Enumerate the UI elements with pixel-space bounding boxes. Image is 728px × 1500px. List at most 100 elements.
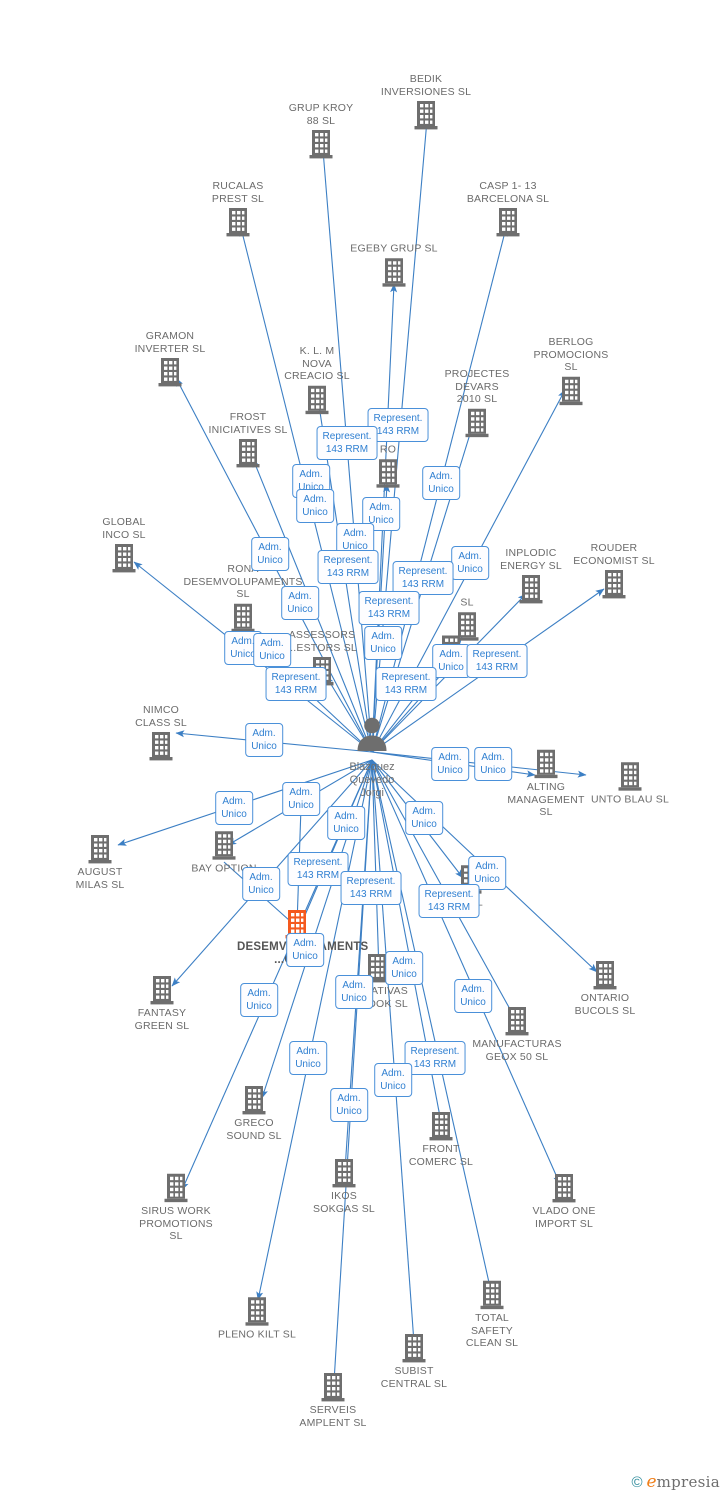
company-node[interactable]: GRUP KROY 88 SL bbox=[261, 102, 381, 160]
relation-badge[interactable]: Adm. Unico bbox=[327, 806, 365, 840]
relation-badge[interactable]: Represent. 143 RRM bbox=[392, 561, 454, 595]
company-node[interactable]: IKOS SOKGAS SL bbox=[284, 1157, 404, 1215]
company-node[interactable]: AUGUST MILAS SL bbox=[40, 833, 160, 891]
company-label: SL bbox=[460, 596, 474, 609]
company-label: CASP 1- 13 BARCELONA SL bbox=[466, 180, 550, 205]
relation-badge[interactable]: Represent. 143 RRM bbox=[375, 667, 437, 701]
building-icon bbox=[309, 130, 333, 159]
building-icon bbox=[245, 1297, 269, 1326]
company-node[interactable]: PLENO KILT SL bbox=[197, 1295, 317, 1341]
relation-badge[interactable]: Adm. Unico bbox=[289, 1041, 327, 1075]
company-label: VLADO ONE IMPORT SL bbox=[532, 1205, 596, 1230]
relation-badge[interactable]: Adm. Unico bbox=[281, 586, 319, 620]
network-diagram-canvas: BEDIK INVERSIONES SL GRUP KROY 88 SL RUCALAS… bbox=[0, 0, 728, 1500]
relation-badge[interactable]: Adm. Unico bbox=[431, 747, 469, 781]
company-label: PLENO KILT SL bbox=[217, 1328, 297, 1341]
relation-badge[interactable]: Adm. Unico bbox=[454, 979, 492, 1013]
building-icon bbox=[414, 101, 438, 130]
building-icon bbox=[226, 208, 250, 237]
building-icon bbox=[332, 1159, 356, 1188]
building-icon bbox=[158, 358, 182, 387]
company-node[interactable]: GRECO SOUND SL bbox=[194, 1084, 314, 1142]
company-node[interactable]: BERLOG PROMOCIONS SL bbox=[511, 336, 631, 407]
company-node[interactable]: FROST INICIATIVES SL bbox=[188, 411, 308, 469]
company-label: MANUFACTURAS GEOX 50 SL bbox=[472, 1038, 562, 1063]
company-label: BEDIK INVERSIONES SL bbox=[380, 73, 472, 98]
relation-badge[interactable]: Adm. Unico bbox=[251, 537, 289, 571]
company-node[interactable]: SERVEIS AMPLENT SL bbox=[273, 1371, 393, 1429]
company-node[interactable]: ROUDER ECONOMIST SL bbox=[554, 542, 674, 600]
company-node[interactable]: GLOBAL INCO SL bbox=[64, 516, 184, 574]
company-label: K. L. M NOVA CREACIO SL bbox=[284, 344, 350, 382]
relation-badge[interactable]: Adm. Unico bbox=[474, 747, 512, 781]
building-icon bbox=[112, 544, 136, 573]
center-person-node[interactable]: Blazquez Quevedo Jorgi bbox=[317, 714, 427, 800]
relation-badge[interactable]: Adm. Unico bbox=[242, 867, 280, 901]
relation-badge[interactable]: Adm. Unico bbox=[296, 489, 334, 523]
company-node[interactable]: UNTO BLAU SL bbox=[570, 760, 690, 806]
relation-badge[interactable]: Represent. 143 RRM bbox=[418, 884, 480, 918]
company-label: NIMCO CLASS SL bbox=[135, 704, 187, 729]
building-icon bbox=[505, 1007, 529, 1036]
company-label: FROST INICIATIVES SL bbox=[208, 411, 288, 436]
building-icon bbox=[429, 1112, 453, 1141]
copyright-icon: © bbox=[631, 1473, 643, 1491]
building-icon bbox=[242, 1086, 266, 1115]
brand-name: mpresia bbox=[656, 1473, 720, 1491]
company-node[interactable]: NIMCO CLASS SL bbox=[101, 704, 221, 762]
relation-badge[interactable]: Represent. 143 RRM bbox=[340, 871, 402, 905]
building-icon bbox=[496, 208, 520, 237]
company-node[interactable]: MANUFACTURAS GEOX 50 SL bbox=[457, 1005, 577, 1063]
building-icon bbox=[149, 732, 173, 761]
relation-badge[interactable]: Represent. 143 RRM bbox=[358, 591, 420, 625]
relation-badge[interactable]: Adm. Unico bbox=[330, 1088, 368, 1122]
building-icon bbox=[236, 439, 260, 468]
relation-badge[interactable]: Adm. Unico bbox=[385, 951, 423, 985]
company-label: AUGUST MILAS SL bbox=[75, 866, 125, 891]
building-icon bbox=[321, 1373, 345, 1402]
company-node[interactable]: EGEBY GRUP SL bbox=[334, 242, 454, 288]
relation-badge[interactable]: Adm. Unico bbox=[405, 801, 443, 835]
relation-badge[interactable]: Adm. Unico bbox=[451, 546, 489, 580]
relation-badge[interactable]: Represent. 143 RRM bbox=[404, 1041, 466, 1075]
company-label: IKOS SOKGAS SL bbox=[313, 1190, 375, 1215]
company-node[interactable]: K. L. M NOVA CREACIO SL bbox=[257, 345, 377, 416]
relation-badge[interactable]: Adm. Unico bbox=[422, 466, 460, 500]
company-label: RUCALAS PREST SL bbox=[211, 180, 265, 205]
relation-badge[interactable]: Adm. Unico bbox=[245, 723, 283, 757]
company-label: EGEBY GRUP SL bbox=[350, 242, 438, 255]
relation-badge[interactable]: Represent. 143 RRM bbox=[466, 644, 528, 678]
company-node[interactable]: RUCALAS PREST SL bbox=[178, 180, 298, 238]
relation-badge[interactable]: Adm. Unico bbox=[215, 791, 253, 825]
company-node[interactable]: GRAMON INVERTER SL bbox=[110, 330, 230, 388]
company-node[interactable]: CASP 1- 13 BARCELONA SL bbox=[448, 180, 568, 238]
company-label: SERVEIS AMPLENT SL bbox=[299, 1404, 367, 1429]
building-icon bbox=[376, 458, 400, 488]
relation-badge[interactable]: Adm. Unico bbox=[240, 983, 278, 1017]
company-label: GRUP KROY 88 SL bbox=[288, 102, 354, 127]
company-label: SIRUS WORK PROMOTIONS SL bbox=[139, 1204, 213, 1242]
relation-badge[interactable]: Adm. Unico bbox=[253, 633, 291, 667]
company-node[interactable]: VLADO ONE IMPORT SL bbox=[504, 1172, 624, 1230]
company-label: GRECO SOUND SL bbox=[226, 1117, 282, 1142]
relation-badge[interactable]: Represent. 143 RRM bbox=[265, 667, 327, 701]
relation-badge[interactable]: Adm. Unico bbox=[286, 933, 324, 967]
company-label: FANTASY GREEN SL bbox=[134, 1007, 190, 1032]
building-icon bbox=[602, 570, 626, 599]
company-node[interactable]: SIRUS WORK PROMOTIONS SL bbox=[116, 1172, 236, 1243]
relation-badge[interactable]: Represent. 143 RRM bbox=[316, 426, 378, 460]
relation-badge[interactable]: Adm. Unico bbox=[374, 1063, 412, 1097]
relation-badge[interactable]: Adm. Unico bbox=[364, 626, 402, 660]
company-node[interactable]: BEDIK INVERSIONES SL bbox=[366, 73, 486, 131]
building-icon bbox=[559, 376, 583, 405]
building-icon bbox=[212, 831, 236, 860]
company-label: BERLOG PROMOCIONS SL bbox=[533, 335, 609, 373]
relation-badge[interactable]: Represent. 143 RRM bbox=[287, 852, 349, 886]
building-icon bbox=[402, 1334, 426, 1363]
company-node[interactable]: FANTASY GREEN SL bbox=[102, 974, 222, 1032]
relation-badge[interactable]: Adm. Unico bbox=[432, 644, 470, 678]
relation-badge[interactable]: Represent. 143 RRM bbox=[317, 550, 379, 584]
relation-badge[interactable]: Adm. Unico bbox=[282, 782, 320, 816]
building-icon bbox=[552, 1174, 576, 1203]
relation-badge[interactable]: Adm. Unico bbox=[335, 975, 373, 1009]
